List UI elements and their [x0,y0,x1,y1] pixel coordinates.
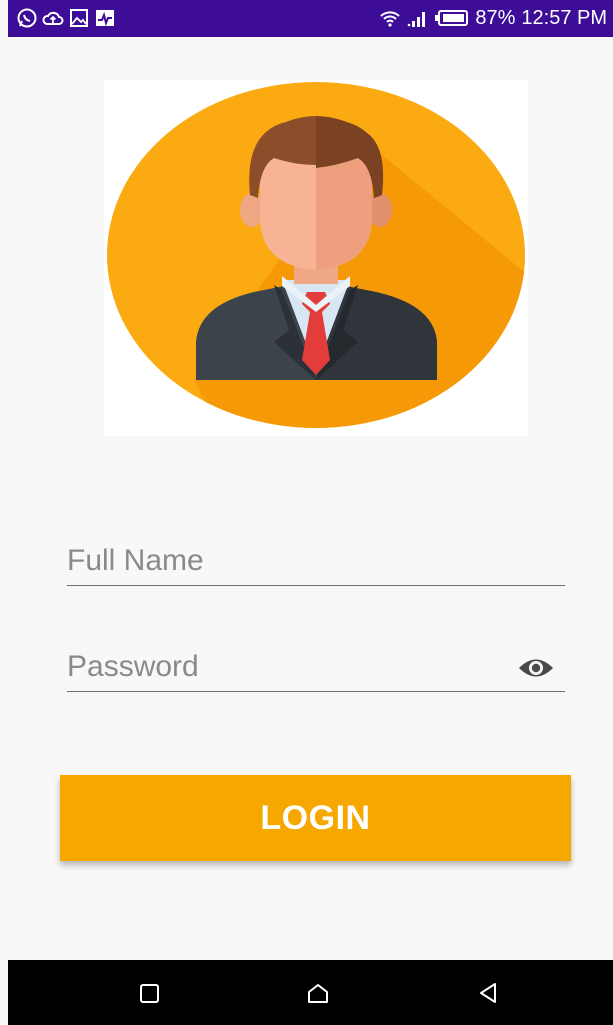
whatsapp-icon [16,7,38,29]
wifi-icon [379,8,401,28]
clock: 12:57 PM [521,7,607,29]
login-button[interactable]: LOGIN [60,775,571,861]
recent-apps-icon[interactable] [134,978,164,1008]
activity-icon [94,7,116,29]
full-name-field[interactable] [67,541,565,586]
status-bar: 87% 12:57 PM [8,0,613,37]
image-icon [68,7,90,29]
password-field[interactable] [67,647,565,692]
password-input[interactable] [67,647,507,687]
signal-icon [407,8,429,28]
back-icon[interactable] [473,978,503,1008]
full-name-input[interactable] [67,541,507,581]
login-screen: 87% 12:57 PM Full Name LOGIN [0,0,613,1025]
notification-icons [16,7,116,29]
navigation-bar [8,960,613,1025]
system-status: 87% 12:57 PM [379,5,607,31]
battery-icon [435,9,469,27]
password-visibility-toggle-icon[interactable] [517,655,555,681]
home-icon[interactable] [303,978,333,1008]
cloud-upload-icon [42,7,64,29]
user-avatar [104,80,528,436]
battery-percent: 87% [475,7,516,29]
businessman-avatar-icon [107,82,525,428]
